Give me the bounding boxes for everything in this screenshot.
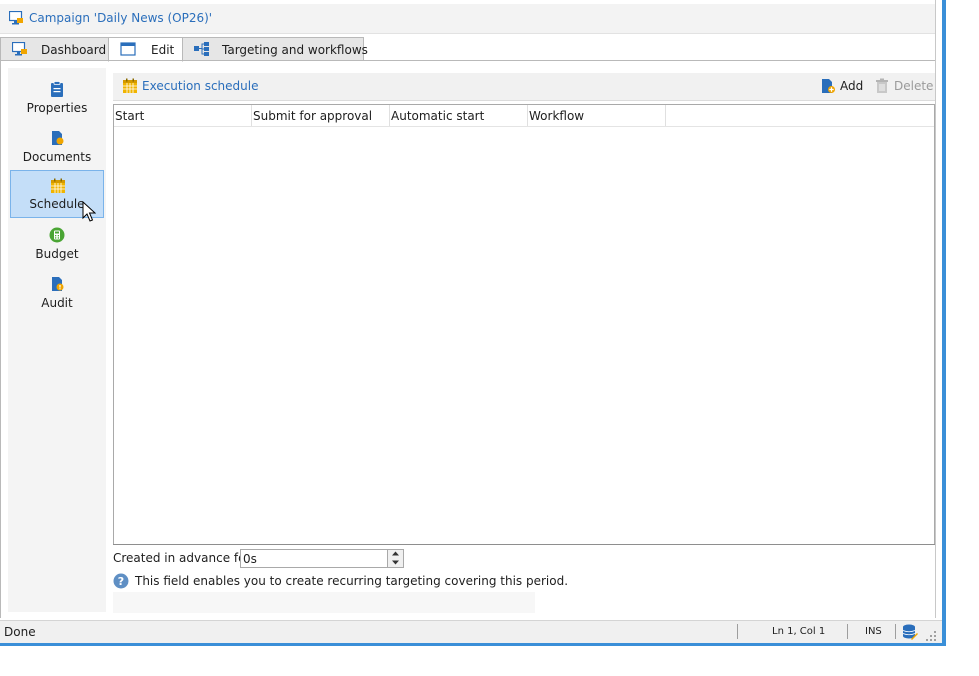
column-header-automatic-start[interactable]: Automatic start xyxy=(390,105,528,126)
column-label: Start xyxy=(115,109,145,123)
nav-label-budget: Budget xyxy=(35,247,79,261)
documents-icon xyxy=(52,131,64,145)
nav-item-properties[interactable]: Properties xyxy=(10,74,104,122)
tab-label-edit: Edit xyxy=(151,43,175,57)
status-separator xyxy=(847,624,848,639)
help-text: This field enables you to create recurri… xyxy=(135,574,569,588)
table-header: Start Submit for approval Automatic star… xyxy=(114,105,934,127)
advance-duration-input[interactable] xyxy=(240,549,388,568)
nav-item-documents[interactable]: Documents xyxy=(10,123,104,171)
insert-mode: INS xyxy=(865,626,882,637)
add-button[interactable]: Add xyxy=(820,77,866,97)
arrow-up-icon xyxy=(392,551,399,556)
calculator-icon xyxy=(49,227,65,243)
tab-targeting-workflows[interactable]: Targeting and workflows xyxy=(182,37,368,61)
spin-down-button[interactable] xyxy=(388,559,403,567)
window-title: Campaign 'Daily News (OP26)' xyxy=(29,11,213,25)
tab-label-targeting: Targeting and workflows xyxy=(222,43,368,57)
title-bar: Campaign 'Daily News (OP26)' xyxy=(0,4,936,34)
delete-label: Delete xyxy=(894,79,934,93)
help-icon: ? xyxy=(113,573,129,589)
tab-edit[interactable]: Edit xyxy=(108,37,183,62)
campaign-icon xyxy=(9,11,23,25)
advance-label: Created in advance for: xyxy=(113,551,255,565)
section-nav: Properties Documents Schedule Budget Aud… xyxy=(8,68,106,612)
delete-button[interactable]: Delete xyxy=(874,77,934,97)
trash-icon xyxy=(876,78,888,93)
help-strip xyxy=(113,592,535,613)
advance-spinner xyxy=(387,549,404,568)
tab-bar: Dashboard Edit Targeting and workflows xyxy=(0,37,936,62)
column-header-workflow[interactable]: Workflow xyxy=(528,105,666,126)
status-separator xyxy=(737,624,738,639)
nav-item-audit[interactable]: Audit xyxy=(10,269,104,317)
section-title: Execution schedule xyxy=(142,79,259,93)
column-header-submit-for-approval[interactable]: Submit for approval xyxy=(252,105,390,126)
clipboard-icon xyxy=(51,81,63,97)
status-text: Done xyxy=(4,625,36,639)
nav-label-properties: Properties xyxy=(26,101,88,115)
tab-label-dashboard: Dashboard xyxy=(41,43,107,57)
schedule-toolbar: Execution schedule Add Delete xyxy=(113,73,935,101)
cursor-position: Ln 1, Col 1 xyxy=(772,626,826,637)
calendar-icon xyxy=(51,178,65,193)
column-label: Workflow xyxy=(529,109,585,123)
add-icon xyxy=(822,79,835,93)
status-separator xyxy=(895,624,896,639)
resize-grip-icon[interactable] xyxy=(926,631,936,641)
column-label: Submit for approval xyxy=(253,109,373,123)
tab-dashboard[interactable]: Dashboard xyxy=(0,37,109,61)
schedule-table[interactable]: Start Submit for approval Automatic star… xyxy=(113,104,935,545)
table-bottom-border xyxy=(113,544,935,545)
svg-text:?: ? xyxy=(118,575,124,588)
nav-label-audit: Audit xyxy=(41,296,73,310)
column-label: Automatic start xyxy=(391,109,485,123)
database-icon[interactable] xyxy=(902,624,918,640)
nav-item-budget[interactable]: Budget xyxy=(10,220,104,268)
add-label: Add xyxy=(840,79,864,93)
workflow-icon xyxy=(194,42,209,56)
calendar-icon xyxy=(123,78,137,93)
edit-window-icon xyxy=(120,42,136,56)
campaign-window: Campaign 'Daily News (OP26)' Dashboard E… xyxy=(0,0,946,646)
audit-icon xyxy=(52,277,64,291)
dashboard-icon xyxy=(12,42,27,56)
spin-up-button[interactable] xyxy=(388,550,403,558)
arrow-down-icon xyxy=(392,560,399,565)
status-bar: Done Ln 1, Col 1 INS xyxy=(0,620,942,643)
nav-label-documents: Documents xyxy=(22,150,92,164)
mouse-pointer-icon xyxy=(82,201,96,222)
column-header-start[interactable]: Start xyxy=(114,105,252,126)
window-inner-edge xyxy=(935,0,936,618)
